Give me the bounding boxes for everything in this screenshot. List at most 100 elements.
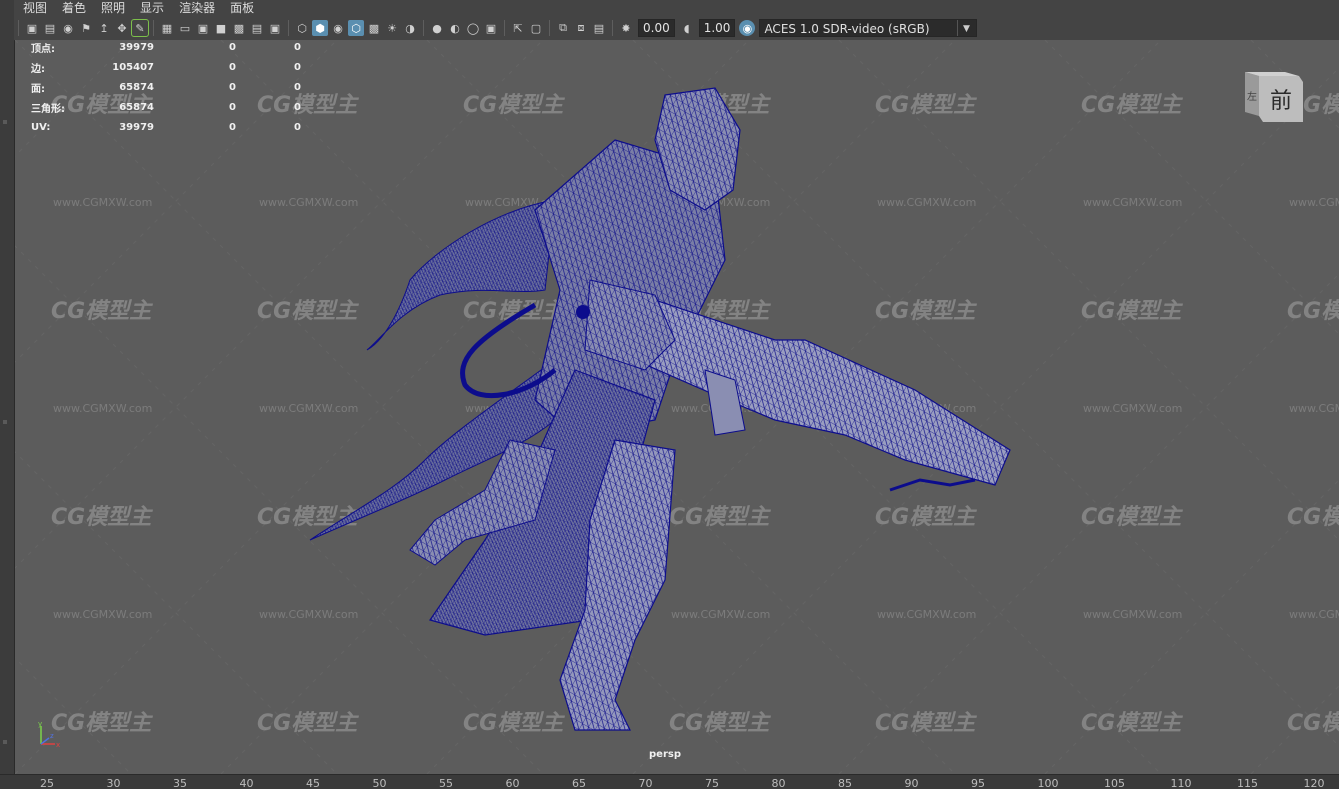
tail — [460, 302, 557, 399]
toolbar-separator — [612, 20, 613, 36]
menu-renderer[interactable]: 渲染器 — [170, 0, 221, 16]
resolution-gate-icon[interactable]: ▣ — [195, 20, 211, 36]
hud-value-selected: 0 — [229, 121, 236, 133]
camera-name-label: persp — [649, 749, 681, 760]
axis-gizmo: y x z — [38, 720, 60, 749]
grid-icon[interactable]: ▦ — [159, 20, 175, 36]
screen-space-ao-icon[interactable]: ● — [429, 20, 445, 36]
hud-value-other: 0 — [294, 61, 301, 73]
toolbar-separator — [423, 20, 424, 36]
strip-notch — [3, 120, 7, 124]
viewport-menu-bar: 视图 着色 照明 显示 渲染器 面板 — [14, 0, 1339, 16]
hud-label: UV: — [31, 121, 51, 133]
toolbar-separator — [504, 20, 505, 36]
motion-blur-icon[interactable]: ◐ — [447, 20, 463, 36]
use-default-material-icon[interactable]: ◉ — [330, 20, 346, 36]
shadows-icon[interactable]: ◑ — [402, 20, 418, 36]
toolbar-separator — [288, 20, 289, 36]
ruler-tick-label: 85 — [838, 777, 852, 789]
ruler-tick-label: 75 — [705, 777, 719, 789]
safe-title-icon[interactable]: ▣ — [267, 20, 283, 36]
wireframe-on-shaded-icon[interactable]: ⬡ — [348, 20, 364, 36]
hud-value-total: 105407 — [112, 61, 154, 73]
hud-value-total: 65874 — [119, 101, 154, 113]
use-all-lights-icon[interactable]: ☀ — [384, 20, 400, 36]
hud-value-total: 39979 — [119, 121, 154, 133]
ruler-tick-label: 40 — [239, 777, 254, 789]
menu-lighting[interactable]: 照明 — [92, 0, 131, 16]
grease-pencil-icon[interactable]: ✎ — [131, 19, 149, 37]
exposure-field[interactable]: 0.00 — [638, 19, 675, 37]
poly-count-hud: 顶点: 39979 0 0 边: 105407 0 0 面: 65874 0 0… — [31, 40, 301, 137]
ruler-tick-label: 105 — [1104, 777, 1125, 789]
field-chart-icon[interactable]: ▩ — [231, 20, 247, 36]
hud-row-vertices: 顶点: 39979 0 0 — [31, 40, 301, 57]
hud-label: 顶点: — [31, 43, 55, 55]
character-wireframe-model[interactable] — [15, 40, 1339, 774]
hud-value-selected: 0 — [229, 61, 236, 73]
ruler-tick-label: 25 — [40, 777, 54, 789]
axis-z-label: z — [50, 732, 54, 740]
hud-value-selected: 0 — [229, 41, 236, 53]
exposure-icon[interactable]: ✸ — [618, 20, 634, 36]
safe-action-icon[interactable]: ▤ — [249, 20, 265, 36]
ruler-tick-label: 45 — [306, 777, 320, 789]
strip-notch — [3, 740, 7, 744]
two-d-pan-zoom-icon[interactable]: ✥ — [114, 20, 130, 36]
hud-value-other: 0 — [294, 121, 301, 133]
ruler-tick-label: 35 — [173, 777, 187, 789]
ruler-tick-label: 60 — [505, 777, 520, 789]
gamma-icon[interactable]: ◖ — [679, 20, 695, 36]
ruler-tick-label: 90 — [904, 777, 919, 789]
ruler-tick-label: 115 — [1237, 777, 1258, 789]
hud-value-other: 0 — [294, 101, 301, 113]
ruler-tick-label: 70 — [638, 777, 653, 789]
hud-value-total: 39979 — [119, 41, 154, 53]
wireframe-shading-icon[interactable]: ⬡ — [294, 20, 310, 36]
depth-of-field-icon[interactable]: ▣ — [483, 20, 499, 36]
color-space-dropdown[interactable]: ACES 1.0 SDR-video (sRGB) ▼ — [759, 19, 978, 37]
ruler-tick-label: 80 — [771, 777, 786, 789]
view-cube[interactable]: 前 左 — [1245, 72, 1303, 126]
hud-row-faces: 面: 65874 0 0 — [31, 77, 301, 97]
shoulder-joint — [576, 305, 590, 319]
ruler-tick-label: 65 — [572, 777, 586, 789]
camera-select-icon[interactable]: ▣ — [24, 20, 40, 36]
view-cube-left-face: 左 — [1247, 90, 1257, 103]
axis-x-label: x — [56, 741, 60, 749]
gate-mask-icon[interactable]: ■ — [213, 20, 229, 36]
flag-icon[interactable]: ⚑ — [78, 20, 94, 36]
smooth-shade-icon[interactable]: ⬢ — [312, 20, 328, 36]
gamma-field[interactable]: 1.00 — [698, 19, 736, 37]
hud-value-other: 0 — [294, 81, 301, 93]
camera-attributes-icon[interactable]: ▤ — [42, 20, 58, 36]
menu-view[interactable]: 视图 — [14, 0, 53, 16]
color-management-icon[interactable]: ◉ — [739, 20, 756, 36]
menu-panels[interactable]: 面板 — [221, 0, 260, 16]
ruler-tick-label: 110 — [1170, 777, 1192, 789]
bookmark-icon[interactable]: ◉ — [60, 20, 76, 36]
textured-icon[interactable]: ▩ — [366, 20, 382, 36]
menu-shading[interactable]: 着色 — [53, 0, 92, 16]
xray-active-icon[interactable]: ⧈ — [573, 20, 589, 36]
view-cube-front-face: 前 — [1270, 89, 1292, 114]
xray-icon[interactable]: ▢ — [528, 20, 544, 36]
film-gate-icon[interactable]: ▭ — [177, 20, 193, 36]
toolbar-separator — [18, 20, 19, 36]
hud-label: 面: — [31, 83, 45, 95]
toolbar-separator — [153, 20, 154, 36]
left-dock-strip — [0, 0, 15, 774]
chevron-down-icon: ▼ — [957, 20, 974, 36]
isolate-select-icon[interactable]: ⇱ — [510, 20, 526, 36]
ruler-tick-label: 50 — [372, 777, 387, 789]
axis-y-label: y — [38, 720, 42, 728]
3d-viewport[interactable]: CG模型主CG模型主CG模型主CG模型主CG模型主CG模型主CG模型主CG模型主… — [15, 40, 1339, 774]
menu-show[interactable]: 显示 — [131, 0, 170, 16]
anti-aliasing-icon[interactable]: ◯ — [465, 20, 481, 36]
time-slider-ruler[interactable]: 25 30 35 40 45 50 55 60 65 70 75 80 85 90 95 100 105 110 1… — [0, 774, 1339, 789]
image-plane-icon[interactable]: ↥ — [96, 20, 112, 36]
hud-row-edges: 边: 105407 0 0 — [31, 57, 301, 77]
hud-label: 三角形: — [31, 103, 65, 115]
backface-culling-icon[interactable]: ▤ — [591, 20, 607, 36]
xray-joints-icon[interactable]: ⧉ — [555, 20, 571, 36]
